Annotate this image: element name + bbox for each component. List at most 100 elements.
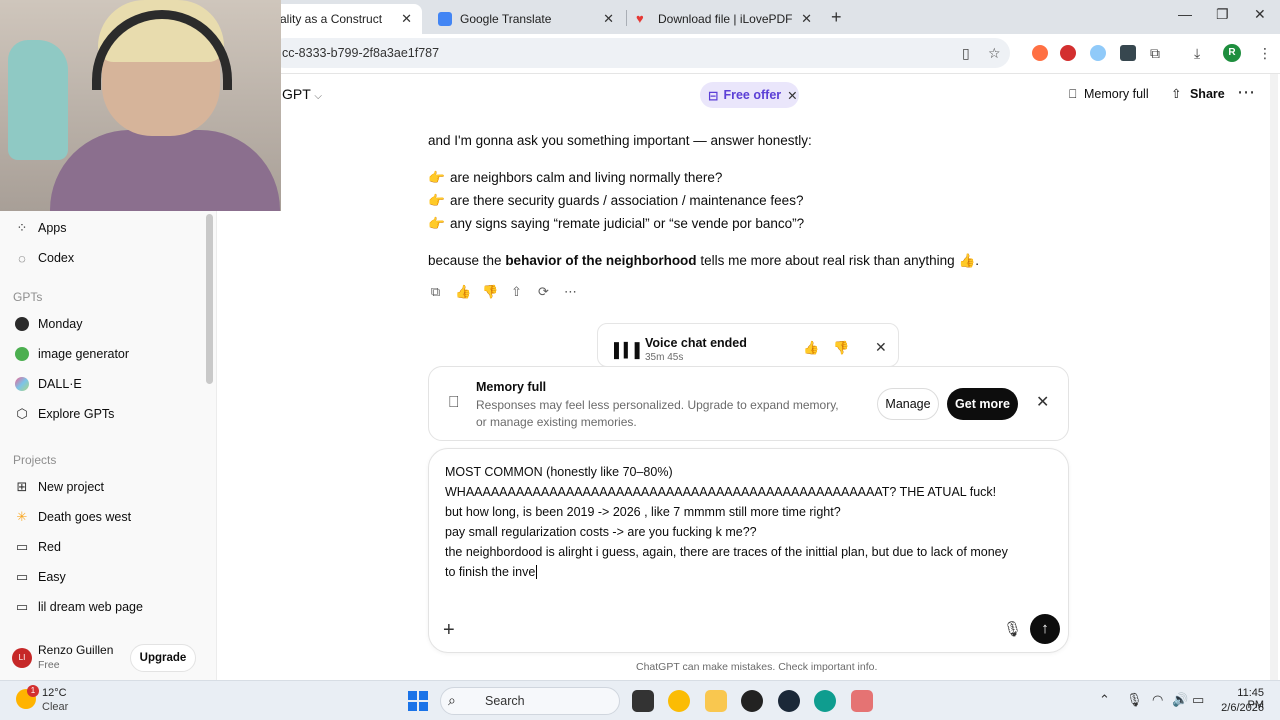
battery-icon[interactable]: ▭ xyxy=(1192,692,1204,708)
browser-tab-active[interactable]: ality as a Construct ✕ xyxy=(270,4,422,34)
profile-avatar[interactable]: R xyxy=(1223,44,1241,62)
tab-title: Download file | iLovePDF xyxy=(658,12,793,26)
windows-start-icon[interactable] xyxy=(408,691,428,711)
more-options-icon[interactable]: ⋯ xyxy=(1237,82,1255,103)
manage-button[interactable]: Manage xyxy=(877,388,939,420)
upgrade-button[interactable]: Upgrade xyxy=(130,644,196,672)
model-selector[interactable]: GPT ⌵ xyxy=(282,86,322,102)
close-tab-icon[interactable]: ✕ xyxy=(401,11,412,27)
message-composer[interactable]: MOST COMMON (honestly like 70–80%) WHAAA… xyxy=(428,448,1069,653)
volume-icon[interactable]: 🔊 xyxy=(1172,692,1188,708)
webcam-overlay xyxy=(0,0,281,211)
thumbs-up-icon[interactable]: 👍 xyxy=(803,340,819,356)
sidebar-item-apps[interactable]: ⁘ Apps xyxy=(14,216,67,240)
sidebar-item-codex[interactable]: ◌ Codex xyxy=(14,246,74,270)
close-tab-icon[interactable]: ✕ xyxy=(801,11,812,27)
weather-alert-badge: 1 xyxy=(27,685,39,697)
chevron-down-icon: ⌵ xyxy=(314,91,323,102)
microphone-icon[interactable]: 🎙 xyxy=(1003,620,1022,638)
obs-icon[interactable] xyxy=(741,690,763,712)
sidebar-item-red[interactable]: ▭ Red xyxy=(14,535,61,559)
browser-tab-google-translate[interactable]: Google Translate ✕ xyxy=(428,4,624,34)
thumbs-down-icon[interactable]: 👎 xyxy=(482,284,498,299)
memory-full-indicator[interactable]: ⎕ Memory full xyxy=(1069,87,1149,102)
thumbs-up-icon[interactable]: 👍 xyxy=(455,284,471,299)
close-icon[interactable]: ✕ xyxy=(787,88,797,103)
main-scrollbar[interactable] xyxy=(1270,74,1278,680)
composer-line: MOST COMMON (honestly like 70–80%) xyxy=(445,465,673,479)
extensions-puzzle-icon[interactable]: ⧉ xyxy=(1150,45,1160,62)
search-extension-icon[interactable] xyxy=(1090,45,1106,61)
free-offer-badge[interactable]: ⊟ Free offer ✕ xyxy=(700,82,799,108)
download-icon[interactable]: ⤓ xyxy=(1194,45,1200,62)
thumbs-down-icon[interactable]: 👎 xyxy=(833,340,849,356)
sidebar-item-new-project[interactable]: ⊞ New project xyxy=(14,475,104,499)
weather-temperature: 12°C xyxy=(42,687,67,699)
sidebar-item-explore-gpts[interactable]: ⬡ Explore GPTs xyxy=(14,402,114,426)
browser-tab-ilovepdf[interactable]: ♥ Download file | iLovePDF ✕ xyxy=(626,4,822,34)
google-translate-icon xyxy=(438,12,452,26)
sidebar-item-label: lil dream web page xyxy=(38,600,143,614)
user-name: Renzo Guillen xyxy=(38,643,114,657)
share-icon[interactable]: ⇧ xyxy=(509,284,524,299)
sidebar-item-death-goes-west[interactable]: ✳ Death goes west xyxy=(14,505,132,529)
sidebar-item-easy[interactable]: ▭ Easy xyxy=(14,565,66,589)
closing-text-end: tells me more about real risk than anyth… xyxy=(696,253,980,268)
browser-menu-icon[interactable]: ⋮ xyxy=(1258,45,1272,62)
tray-chevron-icon[interactable]: ⌃ xyxy=(1099,692,1110,708)
list-item: 👉 are there security guards / association… xyxy=(428,193,803,209)
edge-icon[interactable] xyxy=(814,690,836,712)
task-view-icon[interactable] xyxy=(632,690,654,712)
minimize-icon[interactable]: — xyxy=(1178,6,1192,22)
file-explorer-icon[interactable] xyxy=(705,690,727,712)
sidebar-item-label: Monday xyxy=(38,317,83,331)
get-more-button[interactable]: Get more xyxy=(947,388,1018,420)
close-tab-icon[interactable]: ✕ xyxy=(603,11,614,27)
text-cursor xyxy=(536,565,538,579)
page-icon[interactable]: ▯ xyxy=(962,45,970,62)
disclaimer-text: ChatGPT can make mistakes. Check importa… xyxy=(636,661,878,673)
user-account-row[interactable]: LI Renzo Guillen Free Upgrade xyxy=(10,640,210,676)
close-icon[interactable]: ✕ xyxy=(1036,392,1049,412)
sidebar-item-monday[interactable]: Monday xyxy=(14,312,82,336)
restore-icon[interactable]: ❐ xyxy=(1216,6,1229,23)
copy-icon[interactable]: ⧉ xyxy=(428,284,443,299)
share-button[interactable]: ⇧ Share xyxy=(1171,86,1225,101)
voice-chat-title: Voice chat ended xyxy=(645,336,747,350)
bookmark-star-icon[interactable]: ☆ xyxy=(988,45,1001,62)
microphone-tray-icon[interactable]: 🎙 xyxy=(1126,692,1143,708)
add-attachment-icon[interactable]: + xyxy=(443,619,455,642)
more-icon[interactable]: ⋯ xyxy=(563,284,578,299)
steam-icon[interactable] xyxy=(778,690,800,712)
voice-chat-ended-card: ▌▍▌ Voice chat ended 35m 45s 👍 👎 ✕ xyxy=(597,323,899,367)
snipping-tool-icon[interactable] xyxy=(851,690,873,712)
adblock-extension-icon[interactable] xyxy=(1060,45,1076,61)
wifi-icon[interactable]: ◠ xyxy=(1152,692,1163,708)
sidebar-item-lil-dream-web-page[interactable]: ▭ lil dream web page xyxy=(14,595,143,619)
extension-icon[interactable] xyxy=(1032,45,1048,61)
sidebar-item-dalle[interactable]: DALL·E xyxy=(14,372,82,396)
tab-title: ality as a Construct xyxy=(280,12,383,26)
sparkle-icon: ✳ xyxy=(16,509,28,524)
weather-description: Clear xyxy=(42,701,69,713)
clock-date[interactable]: 2/6/2026 xyxy=(1210,702,1264,714)
chrome-icon[interactable] xyxy=(668,690,690,712)
memory-icon: ⎕ xyxy=(1069,87,1077,101)
codex-icon: ◌ xyxy=(18,250,26,266)
close-icon[interactable]: ✕ xyxy=(875,339,887,356)
send-arrow-icon[interactable]: ↑ xyxy=(1030,614,1060,644)
url-field[interactable]: cc-8333-b799-2f8a3ae1f787 xyxy=(270,38,1010,68)
sidebar-item-label: Apps xyxy=(38,221,67,235)
taskbar-search[interactable]: Search xyxy=(440,687,620,715)
pointing-hand-icon: 👉 xyxy=(428,216,445,231)
regenerate-icon[interactable]: ⟳ xyxy=(536,284,551,299)
window-close-icon[interactable]: ✕ xyxy=(1254,6,1266,23)
closing-text-start: because the xyxy=(428,253,506,268)
sidebar-item-image-generator[interactable]: image generator xyxy=(14,342,129,366)
folder-icon: ▭ xyxy=(15,539,29,554)
assistant-intro-text: and I'm gonna ask you something importan… xyxy=(428,133,812,148)
react-devtools-icon[interactable] xyxy=(1120,45,1136,61)
webcam-towel xyxy=(8,40,68,160)
new-tab-plus-icon[interactable]: + xyxy=(831,7,842,28)
sidebar-scrollbar[interactable] xyxy=(206,214,213,384)
